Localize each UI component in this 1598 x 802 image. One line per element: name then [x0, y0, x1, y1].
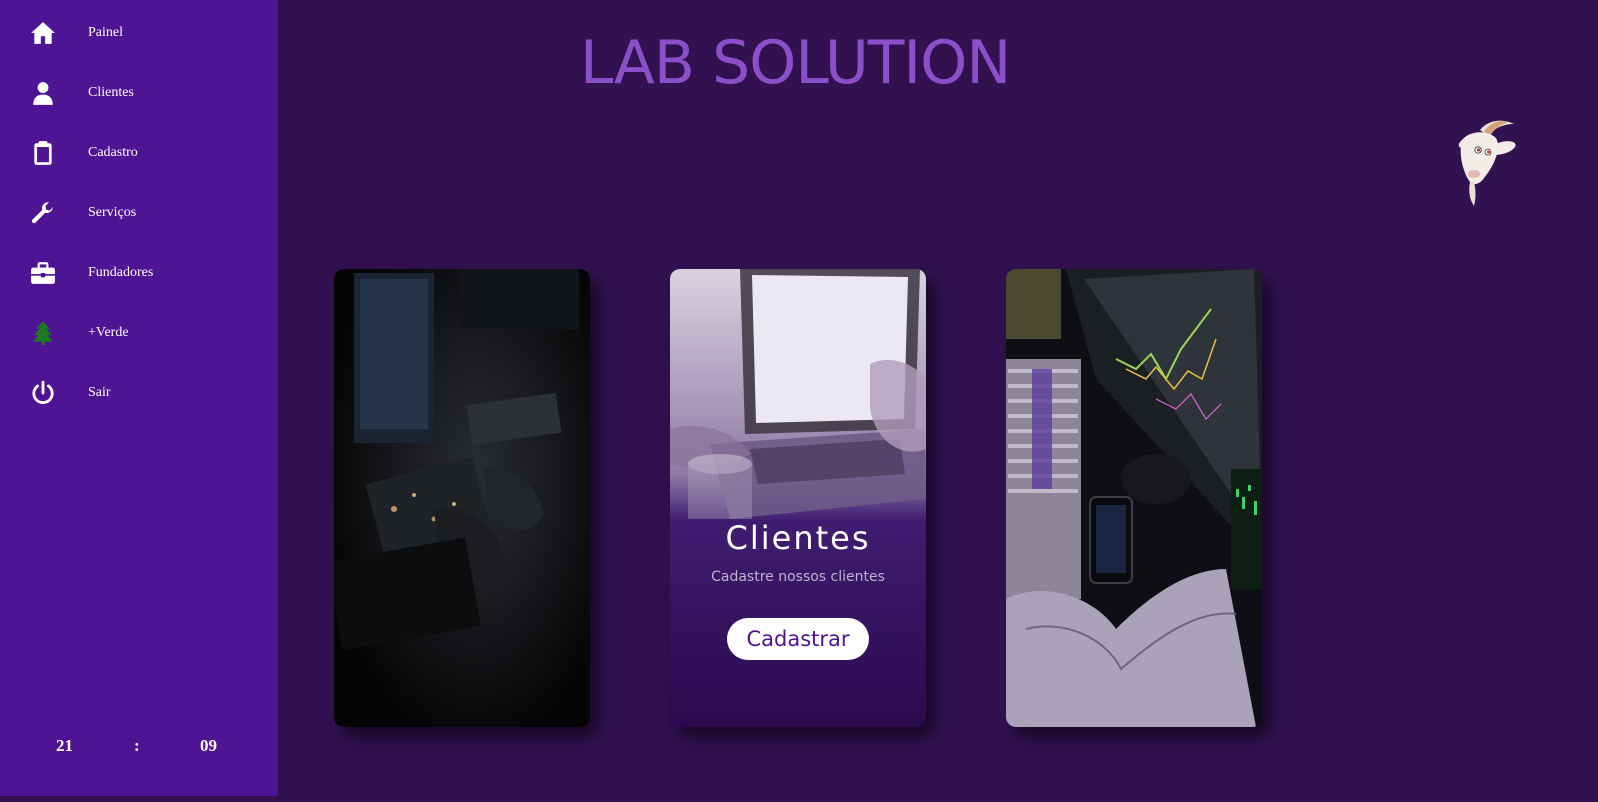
sidebar-item-clientes[interactable]: Clientes	[0, 70, 278, 116]
clock: 21 : 09	[0, 736, 278, 756]
home-icon	[30, 20, 56, 46]
trading-money-photo	[1006, 269, 1262, 727]
sidebar-item-verde[interactable]: +Verde	[0, 310, 278, 356]
user-icon	[30, 80, 56, 106]
sidebar-item-sair[interactable]: Sair	[0, 370, 278, 416]
clock-hours: 21	[56, 736, 73, 755]
sidebar: Painel Clientes Cadastro Serviços Fundad…	[0, 0, 278, 796]
page-title: LAB SOLUTION	[580, 28, 1011, 98]
sidebar-item-label: Painel	[88, 25, 123, 40]
sidebar-item-painel[interactable]: Painel	[0, 10, 278, 56]
card-trading[interactable]	[1006, 269, 1262, 727]
goat-mascot-logo	[1440, 116, 1520, 208]
sidebar-item-label: Serviços	[88, 205, 137, 220]
cadastrar-button[interactable]: Cadastrar	[727, 618, 869, 660]
card-hardware[interactable]	[334, 269, 590, 727]
power-icon	[30, 380, 56, 406]
card-subtitle: Cadastre nossos clientes	[711, 569, 885, 585]
sidebar-item-servicos[interactable]: Serviços	[0, 190, 278, 236]
sidebar-item-label: Fundadores	[88, 265, 154, 280]
clock-minutes: 09	[200, 736, 217, 755]
sidebar-item-cadastro[interactable]: Cadastro	[0, 130, 278, 176]
briefcase-icon	[30, 260, 56, 286]
sidebar-item-label: Cadastro	[88, 145, 138, 160]
sidebar-item-label: +Verde	[88, 325, 129, 340]
card-title: Clientes	[725, 519, 871, 557]
clipboard-icon	[30, 140, 56, 166]
tree-icon	[30, 320, 56, 346]
sidebar-item-fundadores[interactable]: Fundadores	[0, 250, 278, 296]
sidebar-item-label: Sair	[88, 385, 111, 400]
sidebar-item-label: Clientes	[88, 85, 134, 100]
hardware-workbench-photo	[334, 269, 590, 727]
card-clientes: Clientes Cadastre nossos clientes Cadast…	[670, 269, 926, 727]
wrench-icon	[30, 200, 56, 226]
clock-separator: :	[134, 736, 140, 755]
